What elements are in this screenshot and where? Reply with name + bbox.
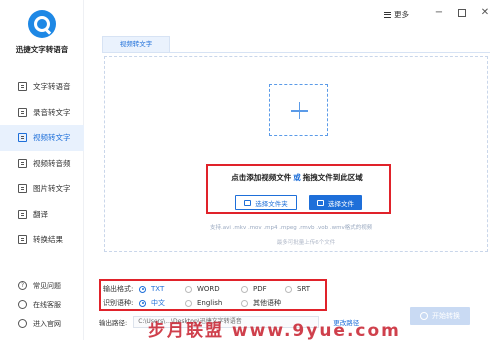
language-chinese-radio[interactable]: 中文 [139,298,185,308]
sidebar-bottom-links: ? 常见问题 在线客服 进入官网 [0,276,84,333]
start-convert-label: 开始转换 [432,312,460,320]
question-icon: ? [18,281,27,290]
recognition-language-row: 识别语种: 中文 English 其他语种 [103,297,281,309]
play-icon [420,312,428,320]
format-word-radio[interactable]: WORD [185,285,241,293]
sidebar-item-label: 图片转文字 [33,184,71,194]
sidebar-item-image-to-text[interactable]: 图片转文字 [0,176,84,202]
more-menu-button[interactable]: 更多 [384,9,409,20]
result-icon [18,235,27,245]
file-icon [317,199,324,206]
start-convert-button[interactable]: 开始转换 [410,307,470,325]
tab-divider [102,52,490,53]
folder-icon [244,199,252,206]
language-label: 识别语种: [103,299,134,307]
menu-icon [384,11,391,18]
output-format-row: 输出格式: TXT WORD PDF SRT [103,283,310,295]
sidebar-item-video-to-text[interactable]: 视频转文字 [0,125,84,151]
faq-label: 常见问题 [33,281,61,290]
drop-hint: 点击添加视频文件或拖拽文件到此区域 [212,172,382,183]
hint-prefix: 点击添加视频文件 [231,173,292,182]
website-icon [18,319,27,328]
app-name: 迅捷文字转语音 [15,45,69,54]
output-path-label: 输出路径: [99,319,128,327]
video-audio-icon [18,158,27,168]
support-label: 在线客服 [33,300,61,309]
sidebar-item-recording-to-text[interactable]: 录音转文字 [0,100,84,126]
sidebar-item-label: 转换结果 [33,235,63,245]
supported-formats: 支持.avi .mkv .mov .mp4 .mpeg .rmvb .vob .… [210,225,373,231]
close-button[interactable]: ✕ [480,8,490,18]
sidebar-item-results[interactable]: 转换结果 [0,227,84,253]
minimize-button[interactable]: − [434,8,444,18]
sidebar-item-video-to-audio[interactable]: 视频转音频 [0,151,84,177]
maximize-button[interactable] [457,8,467,18]
tab-video-to-text[interactable]: 视频转文字 [102,36,170,52]
sidebar-item-label: 视频转文字 [33,133,71,143]
watermark: 步月联盟 www.9yue.com [148,321,401,340]
output-format-label: 输出格式: [103,285,134,293]
sidebar-item-label: 录音转文字 [33,107,71,117]
maximize-icon [458,9,466,17]
title-bar: 更多 − ✕ [84,0,500,30]
video-icon [18,133,27,143]
upload-limit: 最多可批量上传6个文件 [276,240,336,246]
sidebar-item-label: 文字转语音 [33,82,71,92]
more-label: 更多 [394,10,409,19]
website-label: 进入官网 [33,319,61,328]
add-file-button[interactable] [269,84,328,136]
app-logo-icon [28,10,56,38]
language-other-radio[interactable]: 其他语种 [241,298,281,308]
sidebar-item-label: 视频转音频 [33,158,71,168]
language-english-radio[interactable]: English [185,299,241,307]
image-icon [18,184,27,194]
select-folder-button[interactable]: 选择文件夹 [235,195,297,210]
sidebar-nav: 文字转语音 录音转文字 视频转文字 视频转音频 图片转文字 翻译 转换结果 [0,74,84,253]
hint-or: 或 [293,173,301,182]
text-to-speech-icon [18,82,27,92]
recording-icon [18,107,27,117]
select-file-button[interactable]: 选择文件 [309,195,362,210]
select-folder-label: 选择文件夹 [255,199,288,208]
format-pdf-radio[interactable]: PDF [241,285,285,293]
sidebar: 迅捷文字转语音 文字转语音 录音转文字 视频转文字 视频转音频 图片转文字 翻译 [0,0,84,340]
website-link[interactable]: 进入官网 [0,314,84,333]
sidebar-item-label: 翻译 [33,209,48,219]
sidebar-item-translate[interactable]: 翻译 [0,202,84,228]
select-file-label: 选择文件 [328,199,354,208]
format-srt-radio[interactable]: SRT [285,285,310,293]
support-icon [18,300,27,309]
hint-suffix: 拖拽文件到此区域 [302,173,363,182]
faq-link[interactable]: ? 常见问题 [0,276,84,295]
support-link[interactable]: 在线客服 [0,295,84,314]
sidebar-item-text-to-speech[interactable]: 文字转语音 [0,74,84,100]
translate-icon [18,209,27,219]
format-txt-radio[interactable]: TXT [139,285,185,293]
